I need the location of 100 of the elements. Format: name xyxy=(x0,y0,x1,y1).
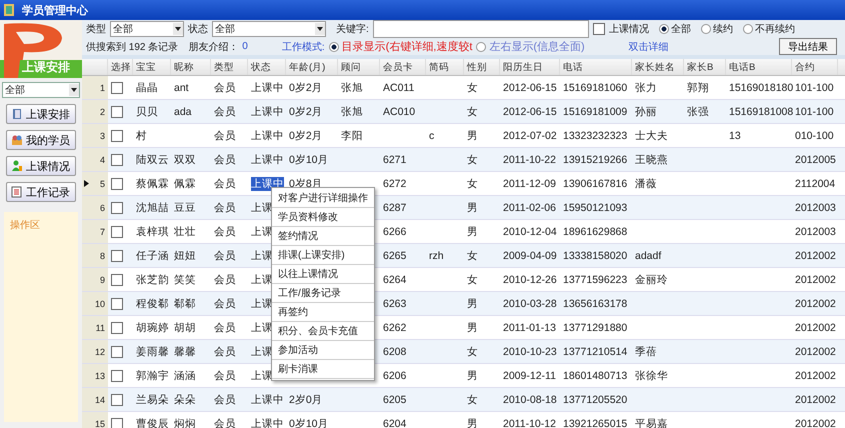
table-cell: 上课 xyxy=(251,224,273,238)
checkbox[interactable] xyxy=(111,82,123,94)
menu-item[interactable]: 对客户进行详细操作 xyxy=(272,189,374,208)
checkbox[interactable] xyxy=(111,226,123,238)
menu-item[interactable]: 排课(上课安排) xyxy=(272,246,374,265)
sidebar-button[interactable]: 上课情况 xyxy=(6,156,76,176)
radio-button[interactable] xyxy=(742,24,753,34)
type-dropdown[interactable]: 全部 xyxy=(110,21,184,37)
checkbox[interactable] xyxy=(111,178,123,190)
checkbox[interactable] xyxy=(111,250,123,262)
radio-button[interactable] xyxy=(700,24,711,34)
checkbox-label: 上课情况 xyxy=(608,22,649,36)
column-header[interactable]: 阳历生日 xyxy=(500,59,560,75)
table-cell: 6266 xyxy=(383,226,406,238)
keyword-field[interactable] xyxy=(372,20,589,38)
menu-item[interactable]: 再签约 xyxy=(272,303,374,322)
people-icon xyxy=(11,134,23,146)
table-cell: 2011-01-13 xyxy=(503,322,556,334)
table-cell: 郭翔 xyxy=(687,80,709,94)
mode-option: 目录显示(右键详细,速度较t xyxy=(342,39,472,54)
table-cell: 胡胡 xyxy=(174,320,196,334)
column-header[interactable]: 选择 xyxy=(108,59,133,75)
status-dropdown[interactable]: 全部 xyxy=(212,21,326,37)
table-cell: 010-100 xyxy=(795,130,834,142)
table-cell: 13906167816 xyxy=(563,178,628,190)
column-header[interactable]: 电话B xyxy=(726,59,792,75)
column-header[interactable]: 家长B xyxy=(684,59,726,75)
table-cell: 上课中 xyxy=(251,128,284,142)
sidebar-button[interactable]: 我的学员 xyxy=(6,130,76,150)
table-cell: 2012002 xyxy=(795,298,836,310)
table-cell: AC010 xyxy=(383,106,416,118)
menu-item[interactable]: 积分、会员卡充值 xyxy=(272,322,374,341)
table-cell: 101-100 xyxy=(795,106,834,118)
checkbox[interactable] xyxy=(111,418,123,428)
table-cell: 2011-12-09 xyxy=(503,178,556,190)
filter-dropdown[interactable]: 全部 xyxy=(2,82,80,98)
menu-item[interactable]: 工作/服务记录 xyxy=(272,284,374,303)
menu-item[interactable]: 参加活动 xyxy=(272,341,374,360)
checkbox[interactable] xyxy=(111,322,123,334)
checkbox[interactable] xyxy=(111,346,123,358)
table-cell: 0岁10月 xyxy=(289,416,329,428)
export-button[interactable]: 导出结果 xyxy=(779,38,837,55)
table-cell: 13771205520 xyxy=(563,394,628,406)
column-header[interactable]: 简码 xyxy=(426,59,464,75)
column-header[interactable]: 电话 xyxy=(560,59,632,75)
table-cell: 2112004 xyxy=(795,178,836,190)
column-header[interactable]: 年龄(月) xyxy=(286,59,338,75)
sidebar-button[interactable]: 上课安排 xyxy=(6,104,76,124)
table-cell: 15950121093 xyxy=(563,202,628,214)
sidebar-button[interactable]: 工作记录 xyxy=(6,182,76,202)
menu-item[interactable]: 学员资料修改 xyxy=(272,208,374,227)
table-cell: 6264 xyxy=(383,274,406,286)
table-cell: 6287 xyxy=(383,202,406,214)
column-header[interactable]: 宝宝 xyxy=(133,59,171,75)
radio-button[interactable] xyxy=(658,24,669,34)
menu-item[interactable]: 刷卡消课 xyxy=(272,360,374,379)
radio-button[interactable] xyxy=(476,42,486,52)
column-header[interactable]: 性别 xyxy=(464,59,500,75)
checkbox[interactable] xyxy=(111,154,123,166)
row-number: 3 xyxy=(100,130,105,140)
column-header[interactable]: 会员卡 xyxy=(380,59,426,75)
table-cell: 2012002 xyxy=(795,250,836,262)
table-cell: 会员 xyxy=(214,296,236,310)
checkbox[interactable] xyxy=(111,394,123,406)
table-cell: 会员 xyxy=(214,104,236,118)
checkbox[interactable] xyxy=(111,370,123,382)
table-cell: 2012003 xyxy=(795,226,836,238)
table-cell: 0岁2月 xyxy=(289,104,323,118)
checkbox[interactable] xyxy=(111,130,123,142)
table-cell: 15169181060 xyxy=(563,82,628,94)
table-cell: 男 xyxy=(467,296,478,310)
menu-item[interactable]: 以往上课情况 xyxy=(272,265,374,284)
table-cell: 上课中 xyxy=(251,176,284,190)
menu-item[interactable]: 签约情况 xyxy=(272,227,374,246)
table-cell: 101-100 xyxy=(795,82,834,94)
table-cell: 沈旭喆 xyxy=(136,200,169,214)
checkbox[interactable] xyxy=(592,23,605,35)
table-cell: 晶晶 xyxy=(136,80,158,94)
table-cell: 笑笑 xyxy=(174,272,196,286)
radio-button[interactable] xyxy=(328,42,339,52)
table-cell: 13771210514 xyxy=(563,346,628,358)
table-cell: 2010-12-26 xyxy=(503,274,557,286)
window-title: 学员管理中心 xyxy=(22,4,88,18)
checkbox[interactable] xyxy=(111,298,123,310)
checkbox[interactable] xyxy=(111,106,123,118)
column-header[interactable]: 合约 xyxy=(792,59,838,75)
table-cell: 15169181008 xyxy=(729,106,794,118)
column-header[interactable]: 状态 xyxy=(248,59,286,75)
table-cell: 男 xyxy=(467,200,478,214)
column-header[interactable]: 昵称 xyxy=(171,59,211,75)
column-header[interactable]: 家长姓名 xyxy=(632,59,684,75)
checkbox[interactable] xyxy=(111,202,123,214)
row-number: 9 xyxy=(100,274,105,284)
referral-label: 朋友介绍： xyxy=(188,40,238,54)
table-cell: 2012002 xyxy=(795,346,836,358)
table-cell: 上课中 xyxy=(251,104,284,118)
checkbox[interactable] xyxy=(111,274,123,286)
keyword-label: 关键字: xyxy=(336,22,369,36)
column-header[interactable]: 顾问 xyxy=(338,59,380,75)
column-header[interactable]: 类型 xyxy=(211,59,248,75)
